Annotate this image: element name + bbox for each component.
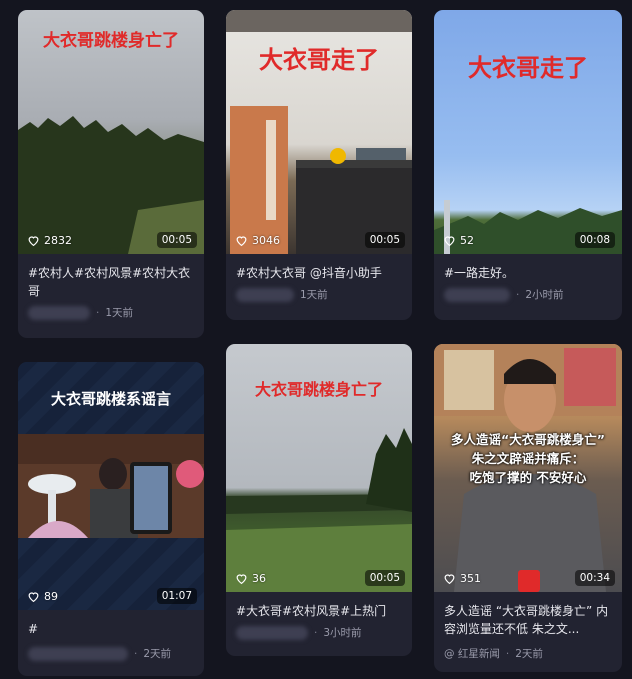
video-thumbnail[interactable]: 大衣哥走了 52 00:08 [434, 10, 622, 254]
author-name[interactable]: @ 红星新闻 [444, 646, 500, 661]
video-thumbnail[interactable]: 大衣哥跳楼系谣言 89 01:07 [18, 362, 204, 610]
overlay-title: 大衣哥走了 [468, 54, 588, 82]
video-meta: @ 红星新闻 · 2天前 [434, 638, 622, 661]
video-caption[interactable]: #农村大衣哥 @抖音小助手 [226, 254, 412, 282]
post-time: 1天前 [300, 289, 328, 301]
video-thumbnail[interactable]: 大衣哥跳楼身亡了 36 00:05 [226, 344, 412, 592]
video-card[interactable]: 大衣哥走了 52 00:08 #一路走好。 · 2小时前 [434, 10, 622, 320]
video-meta: · 3小时前 [226, 620, 412, 640]
duration-badge: 00:05 [364, 570, 405, 586]
duration-badge: 01:07 [156, 588, 197, 604]
like-count: 2832 [27, 234, 72, 247]
post-time: 1天前 [105, 307, 134, 319]
post-time: 2天前 [143, 648, 172, 660]
overlay-title: 大衣哥跳楼身亡了 [254, 380, 383, 399]
separator-dot: · [134, 647, 138, 660]
author-name-blurred[interactable] [236, 625, 308, 640]
post-time: 3小时前 [323, 627, 362, 639]
author-name-blurred[interactable] [28, 305, 90, 320]
treeline-silhouette [434, 200, 622, 254]
heart-outline-icon [236, 574, 247, 585]
overlay-title: 多人造谣“大衣哥跳楼身亡” 朱之文辟谣并痛斥： 吃饱了撑的 不安好心 [451, 432, 605, 485]
separator-dot: · [96, 306, 100, 319]
heart-outline-icon [444, 236, 455, 247]
video-meta: 1天前 [226, 282, 412, 302]
video-card[interactable]: 大衣哥跳楼身亡了 36 00:05 #大衣哥#农村风景#上热门 · 3小时前 [226, 344, 412, 656]
video-card[interactable]: 大衣哥跳楼系谣言 89 01:07 # · 2天前 [18, 362, 204, 676]
heart-outline-icon [236, 236, 247, 247]
like-count: 3046 [235, 234, 280, 247]
overlay-title: 大衣哥跳楼系谣言 [50, 390, 171, 408]
video-card[interactable]: 多人造谣“大衣哥跳楼身亡” 朱之文辟谣并痛斥： 吃饱了撑的 不安好心 351 0… [434, 344, 622, 672]
post-time: 2天前 [515, 648, 543, 660]
author-name-blurred[interactable] [444, 287, 510, 302]
duration-badge: 00:08 [574, 232, 615, 248]
author-name-blurred[interactable] [28, 646, 128, 661]
duration-badge: 00:05 [156, 232, 197, 248]
video-meta: · 1天前 [18, 300, 204, 320]
video-caption[interactable]: 多人造谣 “大衣哥跳楼身亡” 内容浏览量还不低 朱之文... [434, 592, 622, 638]
video-thumbnail[interactable]: 大衣哥走了 3046 00:05 [226, 10, 412, 254]
heart-outline-icon [28, 592, 39, 603]
video-caption[interactable]: # [18, 610, 204, 638]
overlay-title: 大衣哥走了 [259, 46, 379, 74]
video-meta: · 2天前 [18, 638, 204, 661]
video-caption[interactable]: #一路走好。 [434, 254, 622, 282]
heart-outline-icon [444, 574, 455, 585]
video-card[interactable]: 大衣哥走了 3046 00:05 #农村大衣哥 @抖音小助手 1天前 [226, 10, 412, 320]
like-count: 89 [27, 590, 58, 603]
video-meta: · 2小时前 [434, 282, 622, 302]
separator-dot: · [505, 647, 510, 660]
video-thumbnail[interactable]: 大衣哥跳楼身亡了 2832 00:05 [18, 10, 204, 254]
video-caption[interactable]: #农村人#农村风景#农村大衣哥 [18, 254, 204, 300]
video-frame [18, 434, 204, 538]
video-caption[interactable]: #大衣哥#农村风景#上热门 [226, 592, 412, 620]
heart-outline-icon [28, 236, 39, 247]
duration-badge: 00:05 [364, 232, 405, 248]
duration-badge: 00:34 [574, 570, 615, 586]
overlay-title: 大衣哥跳楼身亡了 [43, 31, 179, 51]
like-count: 351 [443, 572, 481, 585]
video-thumbnail[interactable]: 多人造谣“大衣哥跳楼身亡” 朱之文辟谣并痛斥： 吃饱了撑的 不安好心 351 0… [434, 344, 622, 592]
video-card[interactable]: 大衣哥跳楼身亡了 2832 00:05 #农村人#农村风景#农村大衣哥 · 1天… [18, 10, 204, 338]
like-count: 52 [443, 234, 474, 247]
separator-dot: · [516, 288, 520, 301]
author-name-blurred[interactable] [236, 287, 294, 302]
separator-dot: · [314, 626, 318, 639]
post-time: 2小时前 [525, 289, 564, 301]
like-count: 36 [235, 572, 266, 585]
